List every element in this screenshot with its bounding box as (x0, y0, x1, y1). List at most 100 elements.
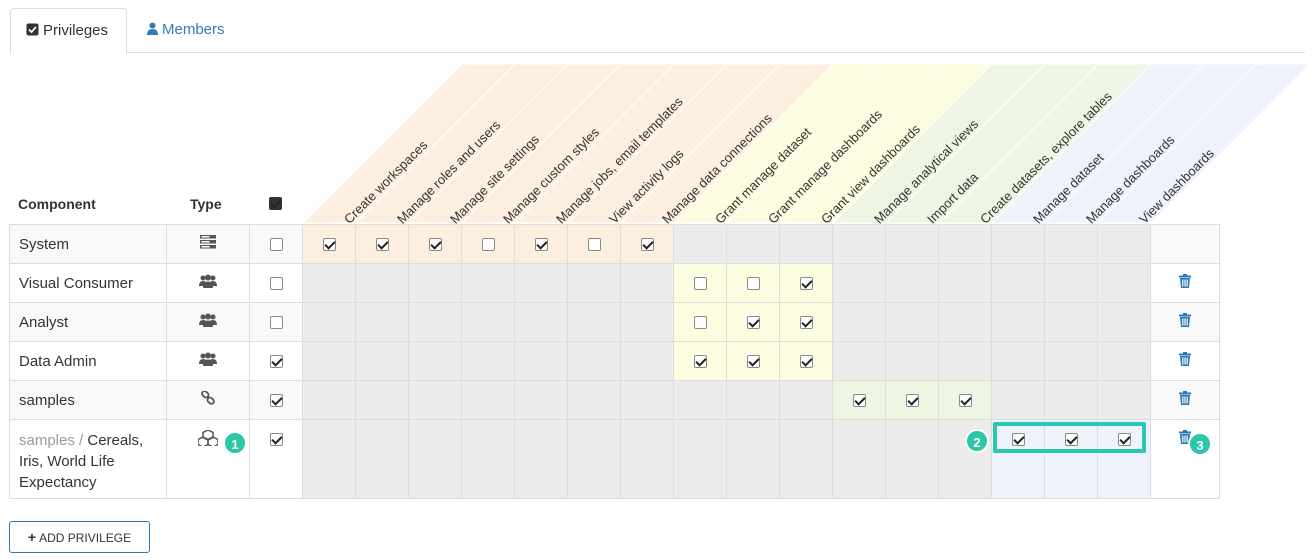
privilege-cell (408, 263, 462, 303)
component-name: Visual Consumer (19, 274, 133, 292)
delete-cell (1150, 419, 1220, 499)
privilege-checkbox[interactable] (693, 277, 707, 291)
row-all-cell (249, 380, 303, 420)
privilege-cell (302, 419, 356, 499)
privilege-cell (726, 302, 780, 342)
privilege-cell (991, 224, 1045, 264)
privilege-cell (938, 341, 992, 381)
delete-cell (1150, 263, 1220, 303)
privilege-cell (832, 380, 886, 420)
trash-icon[interactable] (1179, 313, 1191, 331)
privilege-cell (1097, 263, 1151, 303)
privilege-cell (302, 224, 356, 264)
privilege-checkbox[interactable] (375, 238, 389, 252)
component-cell: samples / Cereals, Iris, World Life Expe… (9, 419, 167, 499)
privilege-cell (726, 224, 780, 264)
privilege-cell (461, 380, 515, 420)
privilege-checkbox[interactable] (746, 316, 760, 330)
component-name: System (19, 235, 70, 253)
privilege-checkbox[interactable] (746, 277, 760, 291)
privilege-checkbox[interactable] (746, 355, 760, 369)
delete-cell (1150, 302, 1220, 342)
privilege-checkbox[interactable] (693, 355, 707, 369)
privilege-cell (514, 380, 568, 420)
row-select-checkbox[interactable] (269, 355, 283, 369)
type-cell (166, 380, 250, 420)
privilege-cell (302, 302, 356, 342)
row-all-cell (249, 419, 303, 499)
privilege-checkbox[interactable] (322, 238, 336, 252)
privilege-checkbox[interactable] (905, 394, 919, 408)
privilege-cell (514, 263, 568, 303)
privilege-cell (1044, 224, 1098, 264)
privilege-cell (1097, 341, 1151, 381)
privilege-cell (673, 341, 727, 381)
users-icon (199, 352, 217, 370)
privilege-cell (302, 380, 356, 420)
privilege-checkbox[interactable] (693, 316, 707, 330)
privilege-cell (726, 341, 780, 381)
privilege-cell (461, 263, 515, 303)
privilege-cell (991, 302, 1045, 342)
privilege-checkbox[interactable] (428, 238, 442, 252)
privilege-cell (832, 302, 886, 342)
privilege-cell (355, 380, 409, 420)
row-select-checkbox[interactable] (269, 394, 283, 408)
users-icon (199, 313, 217, 331)
privilege-cell (991, 380, 1045, 420)
row-select-checkbox[interactable] (269, 238, 283, 252)
privilege-checkbox[interactable] (799, 277, 813, 291)
highlight-box (993, 422, 1146, 453)
component-name: Analyst (19, 313, 69, 331)
privilege-cell (938, 224, 992, 264)
privilege-cell (779, 302, 833, 342)
privilege-cell (567, 341, 621, 381)
privilege-checkbox[interactable] (640, 238, 654, 252)
row-all-cell (249, 302, 303, 342)
privilege-cell (461, 302, 515, 342)
privilege-cell (302, 263, 356, 303)
component-parent[interactable]: samples / (19, 432, 83, 449)
privilege-checkbox[interactable] (799, 316, 813, 330)
privilege-cell (514, 302, 568, 342)
add-privilege-label: ADD PRIVILEGE (39, 531, 132, 545)
row-select-checkbox[interactable] (269, 277, 283, 291)
privilege-cell (1097, 224, 1151, 264)
privilege-cell (726, 419, 780, 499)
privilege-cell (885, 341, 939, 381)
row-all-cell (249, 341, 303, 381)
privilege-checkbox[interactable] (852, 394, 866, 408)
privileges-table: System Visual Consumer Analyst Data Admin sa… (9, 224, 1220, 499)
privilege-cell (726, 380, 780, 420)
row-select-checkbox[interactable] (269, 432, 283, 446)
select-all-checkbox[interactable] (269, 197, 282, 210)
privilege-checkbox[interactable] (958, 394, 972, 408)
privilege-cell (408, 341, 462, 381)
add-privilege-button[interactable]: + ADD PRIVILEGE (9, 521, 150, 553)
privilege-cell (885, 224, 939, 264)
trash-icon[interactable] (1179, 391, 1191, 409)
privilege-checkbox[interactable] (587, 238, 601, 252)
component-header: Component (18, 196, 96, 212)
privilege-cell (1044, 341, 1098, 381)
privilege-cell (885, 302, 939, 342)
privilege-checkbox[interactable] (534, 238, 548, 252)
privilege-cell (938, 302, 992, 342)
privilege-cell (779, 341, 833, 381)
privilege-checkbox[interactable] (481, 238, 495, 252)
trash-icon[interactable] (1179, 274, 1191, 292)
callout-badge-1: 1 (223, 431, 247, 455)
privilege-cell (355, 302, 409, 342)
privilege-cell (832, 263, 886, 303)
privilege-checkbox[interactable] (799, 355, 813, 369)
privilege-cell (1097, 380, 1151, 420)
privilege-cell (355, 341, 409, 381)
privilege-cell (832, 341, 886, 381)
privilege-cell (567, 419, 621, 499)
table-row: samples (9, 380, 1220, 420)
privilege-cell (726, 263, 780, 303)
privilege-cell (567, 263, 621, 303)
privilege-cell (302, 341, 356, 381)
row-select-checkbox[interactable] (269, 316, 283, 330)
trash-icon[interactable] (1179, 352, 1191, 370)
